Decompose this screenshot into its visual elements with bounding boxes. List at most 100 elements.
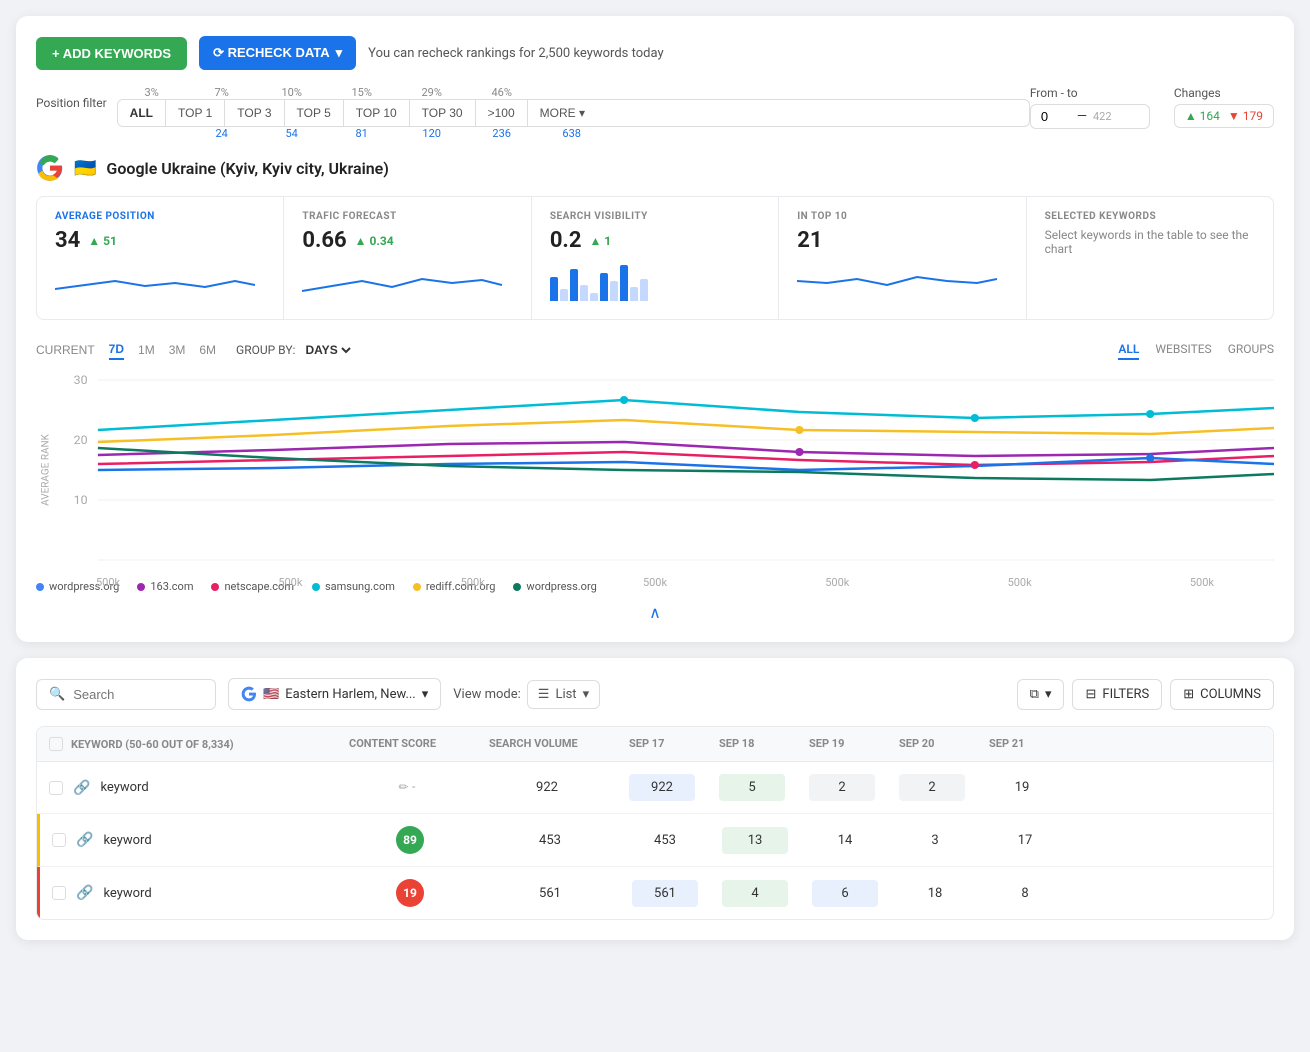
copy-icon: ⧉	[1030, 687, 1039, 702]
td-score-1: 89	[340, 826, 480, 854]
svg-text:10: 10	[74, 493, 88, 507]
score-badge-2: 19	[396, 879, 424, 907]
time-btn-3m[interactable]: 3M	[169, 340, 186, 360]
from-input[interactable]	[1041, 109, 1071, 124]
link-icon-0[interactable]: 🔗	[73, 780, 90, 796]
chevron-down-icon: ▾	[1045, 687, 1052, 702]
dash-separator: —	[1077, 109, 1087, 124]
time-buttons: CURRENT 7D 1M 3M 6M	[36, 340, 216, 360]
time-btn-6m[interactable]: 6M	[199, 340, 216, 360]
to-value: 422	[1093, 110, 1112, 123]
th-sep20: SEP 20	[887, 737, 977, 751]
pct-item: 29%	[397, 86, 467, 99]
row-checkbox-2[interactable]	[52, 886, 66, 900]
td-sep18-2: 4	[710, 880, 800, 907]
selected-keywords-title: SELECTED KEYWORDS	[1045, 211, 1255, 222]
traffic-title: TRAFIC FORECAST	[302, 211, 512, 222]
group-by-select[interactable]: DAYS	[301, 342, 354, 358]
traffic-chart	[302, 261, 502, 301]
time-btn-current[interactable]: CURRENT	[36, 340, 95, 360]
td-keyword-1: 🔗 keyword	[40, 832, 340, 848]
filter-btn-all[interactable]: ALL	[118, 100, 166, 126]
pct-item: 10%	[257, 86, 327, 99]
toolbar-note: You can recheck rankings for 2,500 keywo…	[368, 46, 663, 61]
td-sep21-0: 19	[977, 780, 1067, 795]
td-volume-1: 453	[480, 833, 620, 848]
top10-value: 21	[797, 228, 1007, 253]
cell-highlight-0: 922	[629, 774, 695, 801]
copy-button[interactable]: ⧉ ▾	[1017, 679, 1065, 710]
td-volume-2: 561	[480, 886, 620, 901]
traffic-value: 0.66 ▲ 0.34	[302, 228, 512, 253]
td-sep18-0: 5	[707, 774, 797, 801]
row-checkbox-0[interactable]	[49, 781, 63, 795]
pct-item: 46%	[467, 86, 537, 99]
th-search-volume: SEARCH VOLUME	[477, 737, 617, 751]
time-btn-7d[interactable]: 7D	[109, 340, 124, 360]
pct-item: 3%	[117, 86, 187, 99]
filter-btn-top10[interactable]: TOP 10	[344, 100, 410, 126]
changes-row: ▲ 164 ▼ 179	[1174, 104, 1274, 128]
changes-label: Changes	[1174, 86, 1274, 100]
td-sep20-0: 2	[887, 774, 977, 801]
filter-btn-top1[interactable]: TOP 1	[166, 100, 225, 126]
from-to-changes-wrapper: From - to — 422 Changes ▲ 164 ▼ 179	[1030, 86, 1274, 129]
from-to-label: From - to	[1030, 86, 1150, 100]
filter-btn-100plus[interactable]: >100	[476, 100, 528, 126]
google-logo-icon	[36, 154, 64, 182]
percentage-row: 3% 7% 10% 15% 29% 46%	[117, 86, 1030, 99]
svg-text:AVERAGE RANK: AVERAGE RANK	[40, 434, 51, 506]
google-location-title: Google Ukraine (Kyiv, Kyiv city, Ukraine…	[106, 159, 388, 178]
top10-title: IN TOP 10	[797, 211, 1007, 222]
table-header: KEYWORD (50-60 out of 8,334) CONTENT SCO…	[37, 727, 1273, 762]
traffic-change: ▲ 0.34	[355, 234, 394, 248]
link-icon-2[interactable]: 🔗	[76, 885, 93, 901]
recheck-data-button[interactable]: ⟳ RECHECK DATA ▾	[199, 36, 356, 70]
keywords-table: KEYWORD (50-60 out of 8,334) CONTENT SCO…	[36, 726, 1274, 920]
th-sep17: SEP 17	[617, 737, 707, 751]
count-top1: 24	[187, 127, 257, 140]
chevron-down-icon: ▾	[579, 106, 585, 120]
position-filter-label: Position filter	[36, 86, 107, 110]
filter-btn-top30[interactable]: TOP 30	[410, 100, 476, 126]
location-text: Eastern Harlem, New...	[285, 687, 416, 702]
td-sep21-2: 8	[980, 886, 1070, 901]
filter-btn-top5[interactable]: TOP 5	[285, 100, 344, 126]
filters-button[interactable]: ⊟ FILTERS	[1072, 679, 1162, 710]
columns-button[interactable]: ⊞ COLUMNS	[1170, 679, 1274, 710]
search-box[interactable]: 🔍	[36, 679, 216, 710]
td-sep19-0: 2	[797, 774, 887, 801]
location-selector[interactable]: 🇺🇸 Eastern Harlem, New... ▾	[228, 678, 441, 710]
chevron-down-icon: ▾	[336, 45, 343, 61]
view-mode-wrapper: View mode: ☰ List ▾	[453, 680, 600, 709]
from-to-section: From - to — 422 Changes ▲ 164 ▼ 179	[1030, 86, 1274, 129]
header-checkbox[interactable]	[49, 737, 63, 751]
selected-keywords-subtitle: Select keywords in the table to see the …	[1045, 228, 1255, 256]
view-tab-groups[interactable]: GROUPS	[1228, 340, 1274, 360]
metric-card-top10: IN TOP 10 21	[779, 197, 1026, 319]
top10-chart	[797, 261, 997, 301]
avg-position-change: ▲ 51	[88, 234, 117, 248]
filter-btn-top3[interactable]: TOP 3	[225, 100, 284, 126]
td-sep19-1: 14	[800, 833, 890, 848]
th-sep19: SEP 19	[797, 737, 887, 751]
metric-card-selected-keywords: SELECTED KEYWORDS Select keywords in the…	[1027, 197, 1273, 319]
view-mode-select[interactable]: ☰ List ▾	[527, 680, 600, 709]
from-to-input-row[interactable]: — 422	[1030, 104, 1150, 129]
time-btn-1m[interactable]: 1M	[138, 340, 155, 360]
group-by-selector: GROUP BY: DAYS	[236, 342, 354, 358]
svg-text:20: 20	[74, 433, 88, 447]
view-tab-websites[interactable]: WEBSITES	[1155, 340, 1211, 360]
add-keywords-button[interactable]: + ADD KEYWORDS	[36, 37, 187, 70]
collapse-button[interactable]: ∧	[36, 603, 1274, 622]
link-icon-1[interactable]: 🔗	[76, 832, 93, 848]
td-keyword-2: 🔗 keyword	[40, 885, 340, 901]
view-tab-all[interactable]: ALL	[1118, 340, 1139, 360]
search-input[interactable]	[73, 687, 203, 702]
filter-icon: ⊟	[1085, 687, 1096, 702]
row-checkbox-1[interactable]	[52, 833, 66, 847]
score-badge-1: 89	[396, 826, 424, 854]
filter-btn-more[interactable]: MORE ▾	[528, 100, 597, 126]
th-sep18: SEP 18	[707, 737, 797, 751]
group-by-label: GROUP BY:	[236, 343, 295, 357]
